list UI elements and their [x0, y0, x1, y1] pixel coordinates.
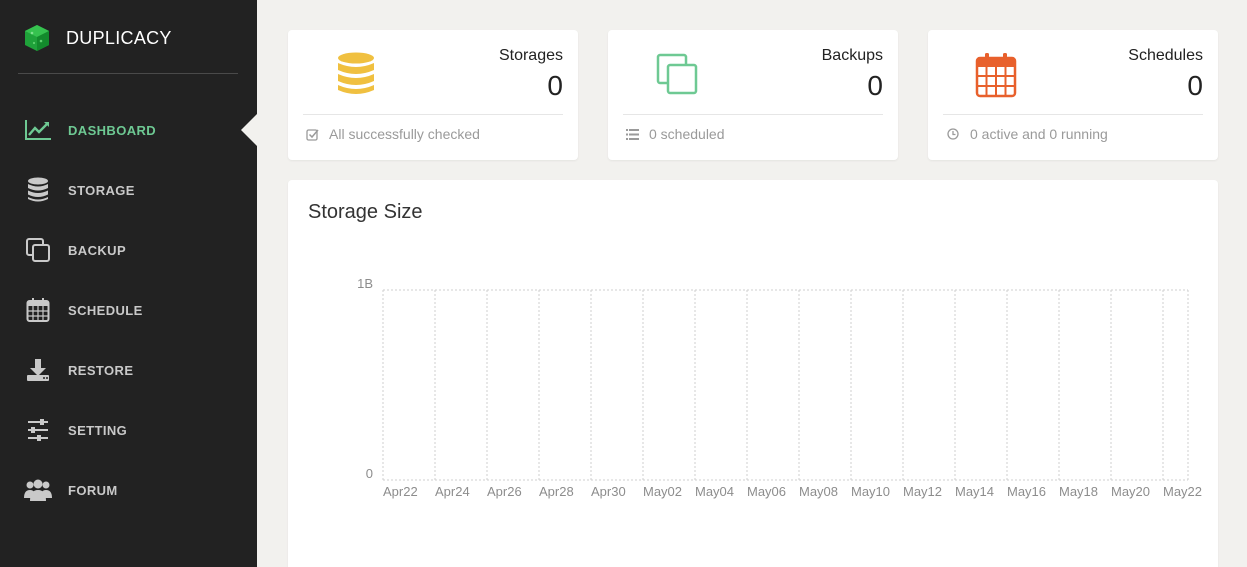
x-tick-label: Apr26 [487, 484, 522, 499]
divider [303, 114, 563, 115]
y-tick-label: 0 [366, 466, 373, 481]
copy-icon [24, 236, 52, 264]
sidebar-item-label: SCHEDULE [68, 302, 143, 318]
logo-icon [25, 25, 49, 51]
brand[interactable]: DUPLICACY [22, 22, 172, 54]
storage-size-chart: Apr22 Apr24 Apr26 Apr28 Apr30 May02 May04 May06… [357, 276, 1202, 499]
database-icon [24, 176, 52, 204]
storages-card[interactable]: Storages 0 All successfully checked [288, 30, 578, 160]
clock-icon [946, 127, 960, 141]
x-tick-label: May20 [1111, 484, 1150, 499]
x-tick-label: May10 [851, 484, 890, 499]
card-title: Backups [821, 47, 883, 64]
app-name: DUPLICACY [66, 27, 172, 48]
download-icon [24, 356, 52, 384]
calendar-icon [24, 296, 52, 324]
card-footer-text: 0 active and 0 running [970, 126, 1108, 142]
card-value: 0 [1187, 70, 1203, 101]
sidebar-item-storage[interactable]: STORAGE [0, 160, 257, 220]
sidebar-item-label: BACKUP [68, 242, 127, 258]
divider [623, 114, 883, 115]
divider [18, 73, 238, 74]
sliders-icon [24, 416, 52, 444]
calendar-icon [975, 53, 1017, 98]
sidebar-item-forum[interactable]: FORUM [0, 460, 257, 520]
card-footer: All successfully checked [305, 126, 480, 142]
card-footer: 0 scheduled [625, 126, 725, 142]
x-tick-label: Apr24 [435, 484, 470, 499]
sidebar-item-setting[interactable]: SETTING [0, 400, 257, 460]
sidebar-item-label: FORUM [68, 482, 118, 498]
sidebar-item-restore[interactable]: RESTORE [0, 340, 257, 400]
card-title: Storages [498, 47, 563, 64]
check-square-icon [305, 127, 319, 141]
card-footer: 0 active and 0 running [946, 126, 1108, 142]
database-icon [338, 52, 374, 94]
line-chart-icon [24, 116, 52, 144]
x-tick-label: May18 [1059, 484, 1098, 499]
active-indicator [241, 114, 257, 146]
sidebar-item-label: DASHBOARD [68, 122, 157, 138]
sidebar-nav: DASHBOARD STORAGE BACKUP SCHEDULE RESTOR… [0, 100, 257, 520]
x-tick-label: May12 [903, 484, 942, 499]
sidebar-item-label: RESTORE [68, 362, 134, 378]
x-tick-label: May02 [643, 484, 682, 499]
sidebar-item-backup[interactable]: BACKUP [0, 220, 257, 280]
divider [943, 114, 1203, 115]
card-value: 0 [867, 70, 883, 101]
x-tick-label: May04 [695, 484, 734, 499]
y-tick-label: 1B [357, 276, 373, 291]
list-icon [625, 127, 639, 141]
sidebar-item-label: STORAGE [68, 182, 135, 198]
schedules-card[interactable]: Schedules 0 0 active and 0 running [928, 30, 1218, 160]
sidebar-item-schedule[interactable]: SCHEDULE [0, 280, 257, 340]
users-icon [24, 476, 52, 504]
x-tick-label: May16 [1007, 484, 1046, 499]
copy-icon [656, 53, 698, 95]
card-footer-text: All successfully checked [329, 126, 480, 142]
x-tick-label: Apr28 [539, 484, 574, 499]
x-tick-label: May08 [799, 484, 838, 499]
card-value: 0 [547, 70, 563, 101]
x-tick-label: Apr22 [383, 484, 418, 499]
x-tick-label: Apr30 [591, 484, 626, 499]
x-tick-label: May14 [955, 484, 994, 499]
x-tick-label: May06 [747, 484, 786, 499]
card-footer-text: 0 scheduled [649, 126, 725, 142]
sidebar-item-label: SETTING [68, 422, 128, 438]
x-tick-label: May22 [1163, 484, 1202, 499]
sidebar-item-dashboard[interactable]: DASHBOARD [0, 100, 257, 160]
backups-card[interactable]: Backups 0 0 scheduled [608, 30, 898, 160]
card-title: Schedules [1128, 47, 1203, 64]
storage-size-panel: Storage Size Apr22 Apr24 Apr26 Apr28 Apr30 Ma… [288, 180, 1218, 567]
sidebar: DUPLICACY DASHBOARD STORAGE BACKUP SCHED… [0, 0, 257, 567]
